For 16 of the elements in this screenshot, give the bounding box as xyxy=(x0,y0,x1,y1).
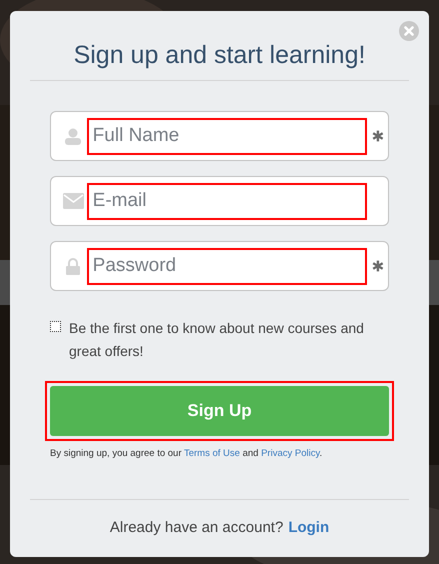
dialog-title: Sign up and start learning! xyxy=(72,40,366,71)
login-prompt: Already have an account? xyxy=(110,518,284,538)
terms-text: By signing up, you agree to our Terms of Use and Privacy Policy. xyxy=(49,447,324,461)
input-field[interactable]: Password xyxy=(50,241,389,291)
input-field[interactable]: Full Name xyxy=(50,111,389,161)
person-icon xyxy=(65,128,82,144)
privacy-link[interactable]: Privacy Policy xyxy=(261,448,320,459)
checkbox[interactable] xyxy=(50,321,61,332)
envelope-icon xyxy=(62,193,84,209)
lock-icon xyxy=(66,258,80,274)
close-icon xyxy=(404,26,414,36)
terms-link[interactable]: Terms of Use xyxy=(184,448,240,459)
login-link[interactable]: Login xyxy=(288,517,330,540)
input-field[interactable]: E-mail xyxy=(50,176,389,226)
newsletter-label: Be the first one to know about new courses and great offers! xyxy=(69,319,365,361)
sign-up-button[interactable]: Sign Up xyxy=(50,386,389,436)
